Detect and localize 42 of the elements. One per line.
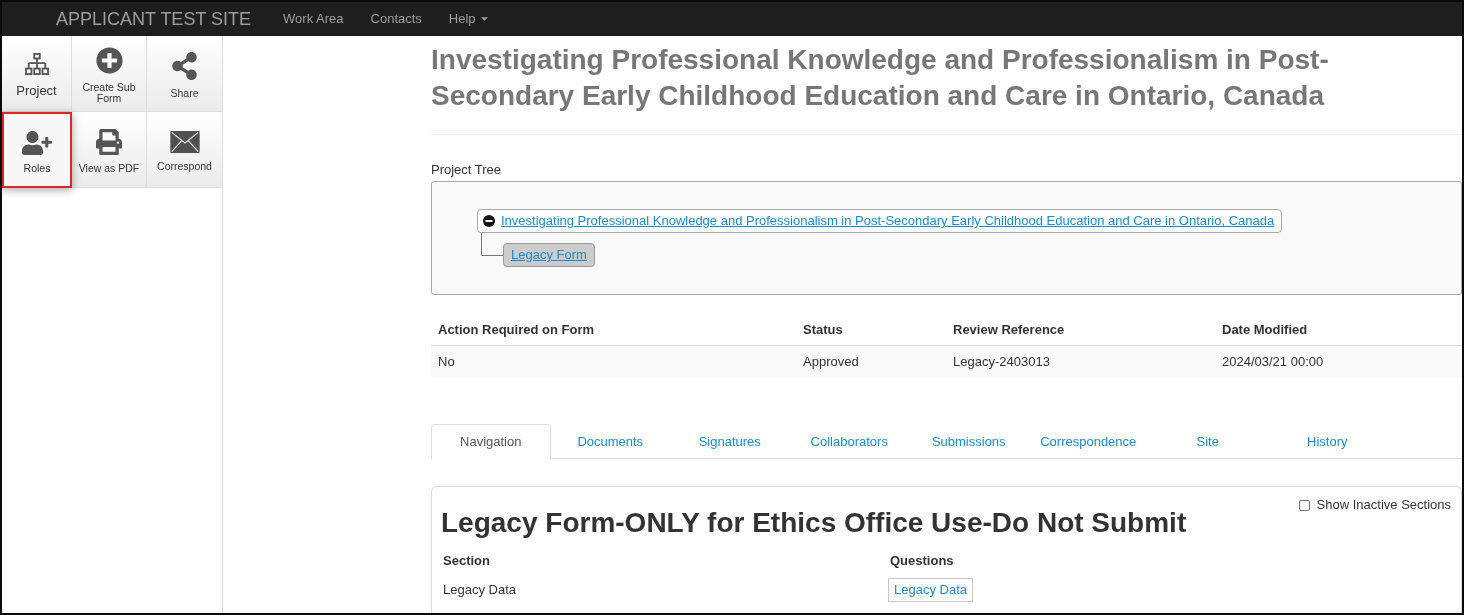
nav-link[interactable]: Contacts bbox=[370, 9, 422, 29]
table-cell-text: Legacy Data bbox=[443, 581, 516, 600]
tab[interactable]: Signatures bbox=[670, 424, 790, 459]
nav-dropdown[interactable]: Help bbox=[448, 9, 488, 29]
table-cell-text: No bbox=[437, 353, 456, 372]
tab[interactable]: Site bbox=[1148, 424, 1268, 459]
checkbox-label[interactable]: Show Inactive Sections bbox=[1316, 495, 1451, 515]
share-icon bbox=[172, 52, 197, 80]
table-cell-text: Approved bbox=[802, 353, 860, 372]
sidebar-tile[interactable]: Project bbox=[2, 36, 72, 112]
tree-link[interactable]: Investigating Professional Knowledge and Professionalism in Post-Secondary Early Childhood Education and Care in Ontario, Canada bbox=[501, 211, 1275, 231]
column-header: Status bbox=[802, 321, 844, 340]
tab[interactable]: Collaborators bbox=[789, 424, 909, 459]
tab[interactable]: Submissions bbox=[909, 424, 1029, 459]
table-cell-text: 2024/03/21 00:00 bbox=[1221, 353, 1325, 372]
envelope-icon bbox=[169, 131, 200, 153]
column-header: Review Reference bbox=[952, 321, 1066, 340]
page-title: Investigating Professional Knowledge and Professionalism in Post-Secondary Early Childhood Education and Care in Ontario, Canada bbox=[431, 43, 1330, 113]
sitemap-icon bbox=[24, 53, 49, 75]
tab[interactable]: Documents bbox=[550, 424, 670, 459]
section-label: Project Tree bbox=[431, 161, 502, 179]
collapse-icon[interactable] bbox=[483, 215, 495, 227]
sidebar-tile[interactable]: View as PDF bbox=[72, 112, 147, 188]
question-button[interactable]: Legacy Data bbox=[888, 578, 973, 602]
column-header: Action Required on Form bbox=[437, 321, 595, 340]
nav-link[interactable]: Work Area bbox=[283, 9, 344, 29]
tree-connector bbox=[481, 233, 503, 256]
add-user-icon bbox=[22, 130, 52, 155]
form-title: Legacy Form-ONLY for Ethics Office Use-Do Not Submit bbox=[441, 506, 1188, 540]
table-cell-text: Legacy-2403013 bbox=[952, 353, 1051, 372]
tab[interactable]: Navigation bbox=[431, 424, 551, 459]
tab[interactable]: History bbox=[1267, 424, 1387, 459]
checkbox[interactable] bbox=[1298, 499, 1310, 511]
tab[interactable]: Correspondence bbox=[1028, 424, 1148, 459]
column-header: Date Modified bbox=[1221, 321, 1309, 340]
site-title[interactable]: APPLICANT TEST SITE bbox=[56, 5, 252, 33]
printer-icon bbox=[96, 129, 122, 155]
column-header: Questions bbox=[889, 552, 955, 571]
column-header: Section bbox=[442, 552, 491, 571]
caret-icon bbox=[480, 17, 488, 21]
sidebar-tile[interactable]: Create Sub Form bbox=[72, 36, 147, 112]
sidebar-tile[interactable]: Roles bbox=[2, 112, 72, 188]
